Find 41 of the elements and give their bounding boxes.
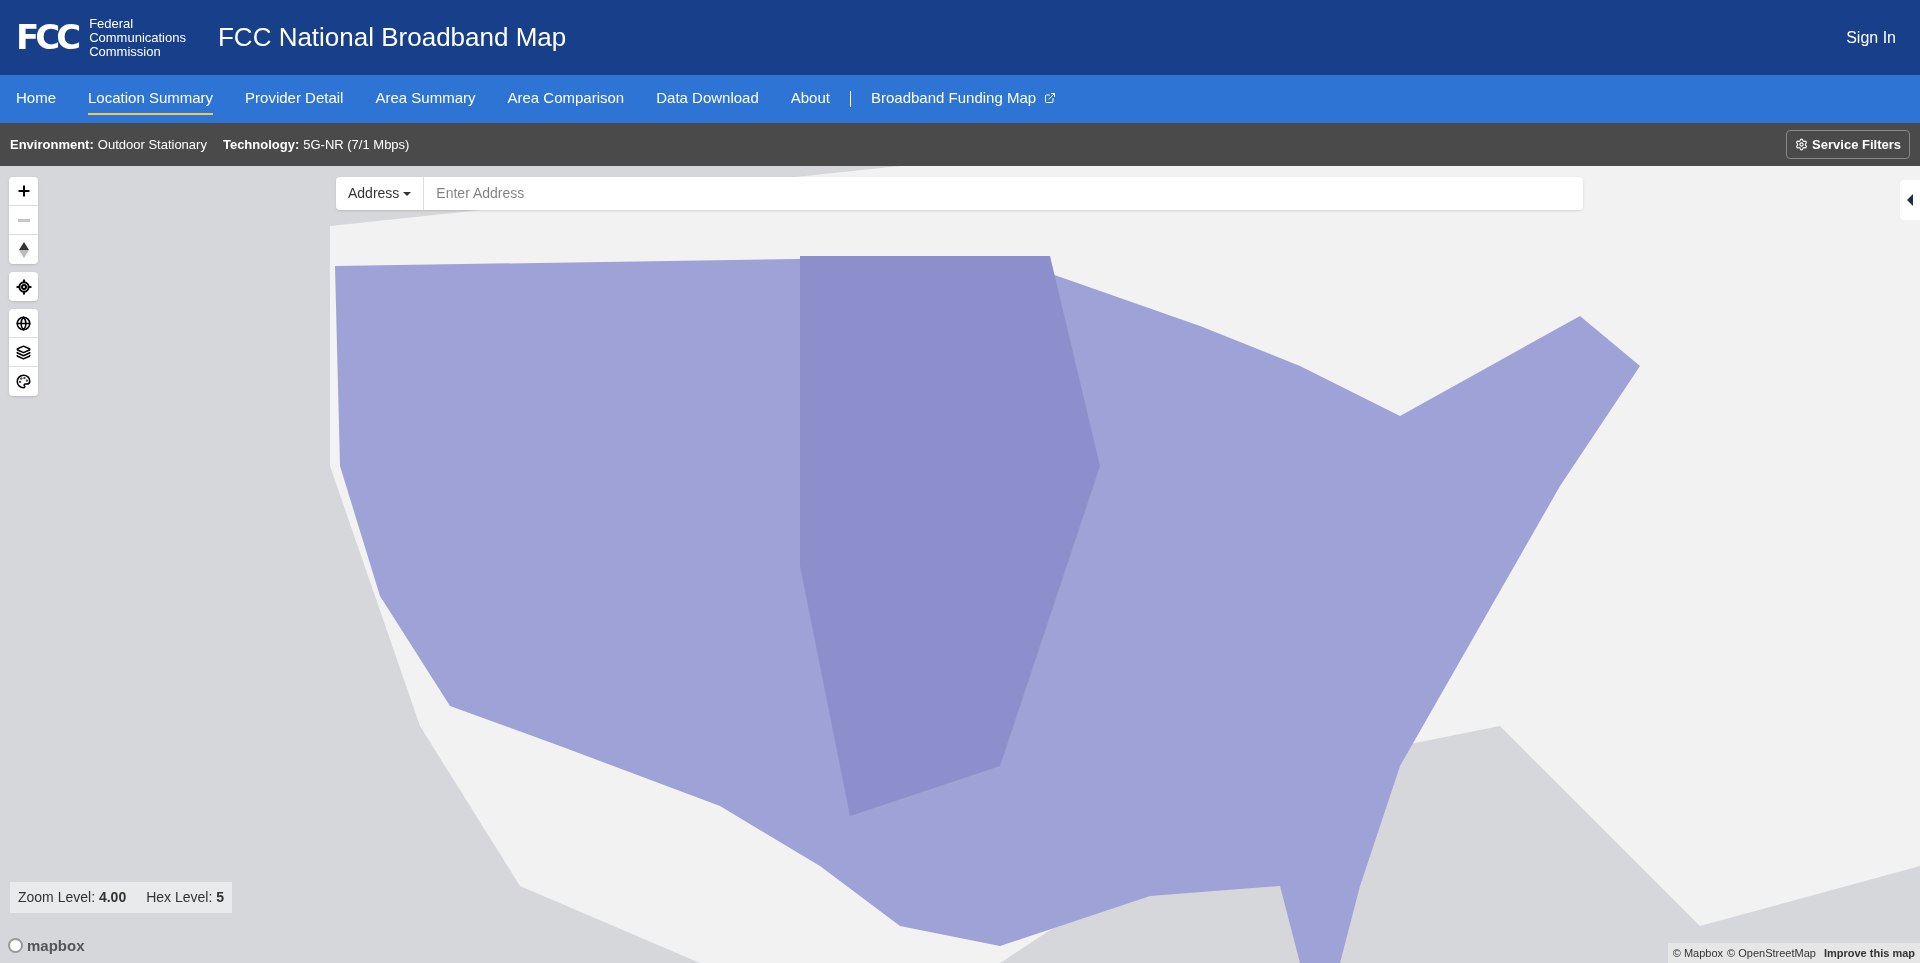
layers-icon	[16, 344, 31, 360]
address-search-field[interactable]: Address Enter Address	[336, 177, 1583, 210]
attribution-link[interactable]: © Mapbox	[1672, 944, 1724, 961]
zoom-level-text: Zoom Level: 4.00	[18, 888, 127, 907]
service-filters-button[interactable]: Service Filters	[1786, 129, 1910, 160]
nav-link[interactable]: Data Download	[656, 82, 759, 116]
nav-link[interactable]: Area Summary	[375, 82, 476, 116]
agency-name-line: Federal	[89, 16, 135, 31]
external-nav-link[interactable]: Broadband Funding Map	[870, 82, 1057, 116]
left-arrow-icon	[1907, 194, 1913, 206]
filter-value: Outdoor Stationary	[97, 135, 207, 154]
nav-link[interactable]: Area Comparison	[507, 82, 625, 116]
nav-link[interactable]: About	[790, 82, 830, 116]
external-link-icon	[1044, 92, 1057, 104]
agency-name-line: Commission	[89, 44, 162, 59]
nav-link[interactable]: Provider Detail	[245, 82, 344, 116]
locate-icon	[15, 278, 32, 295]
globe-icon	[16, 315, 31, 331]
sign-in-link[interactable]: Sign In	[1846, 25, 1896, 50]
palette-icon	[16, 374, 31, 389]
nav-link[interactable]: Home	[16, 82, 56, 116]
improve-map-link[interactable]: Improve this map	[1823, 944, 1915, 961]
site-title: FCC National Broadband Map	[217, 21, 567, 54]
mapbox-mark-icon	[8, 938, 23, 954]
fcc-logo: FCC	[16, 16, 78, 59]
settings-icon	[1795, 138, 1809, 151]
address-input[interactable]: Enter Address	[424, 177, 1583, 210]
mapbox-logo[interactable]: mapbox	[8, 934, 85, 957]
plus-icon	[15, 183, 32, 199]
minus-icon	[17, 218, 30, 222]
locate-button[interactable]	[9, 272, 38, 301]
filter-value: 5G-NR (7/1 Mbps)	[303, 135, 410, 154]
attribution-link[interactable]: © OpenStreetMap	[1727, 944, 1816, 961]
filter-label: Technology:	[222, 135, 300, 154]
filter-label: Environment:	[10, 135, 94, 154]
nav-link[interactable]: Location Summary	[88, 82, 214, 116]
compass-icon	[18, 241, 29, 258]
agency-name-line: Communications	[89, 30, 186, 45]
caret-icon	[403, 191, 412, 196]
hex-level-text: Hex Level: 5	[146, 888, 225, 907]
panel-toggle-button[interactable]	[1900, 180, 1920, 220]
